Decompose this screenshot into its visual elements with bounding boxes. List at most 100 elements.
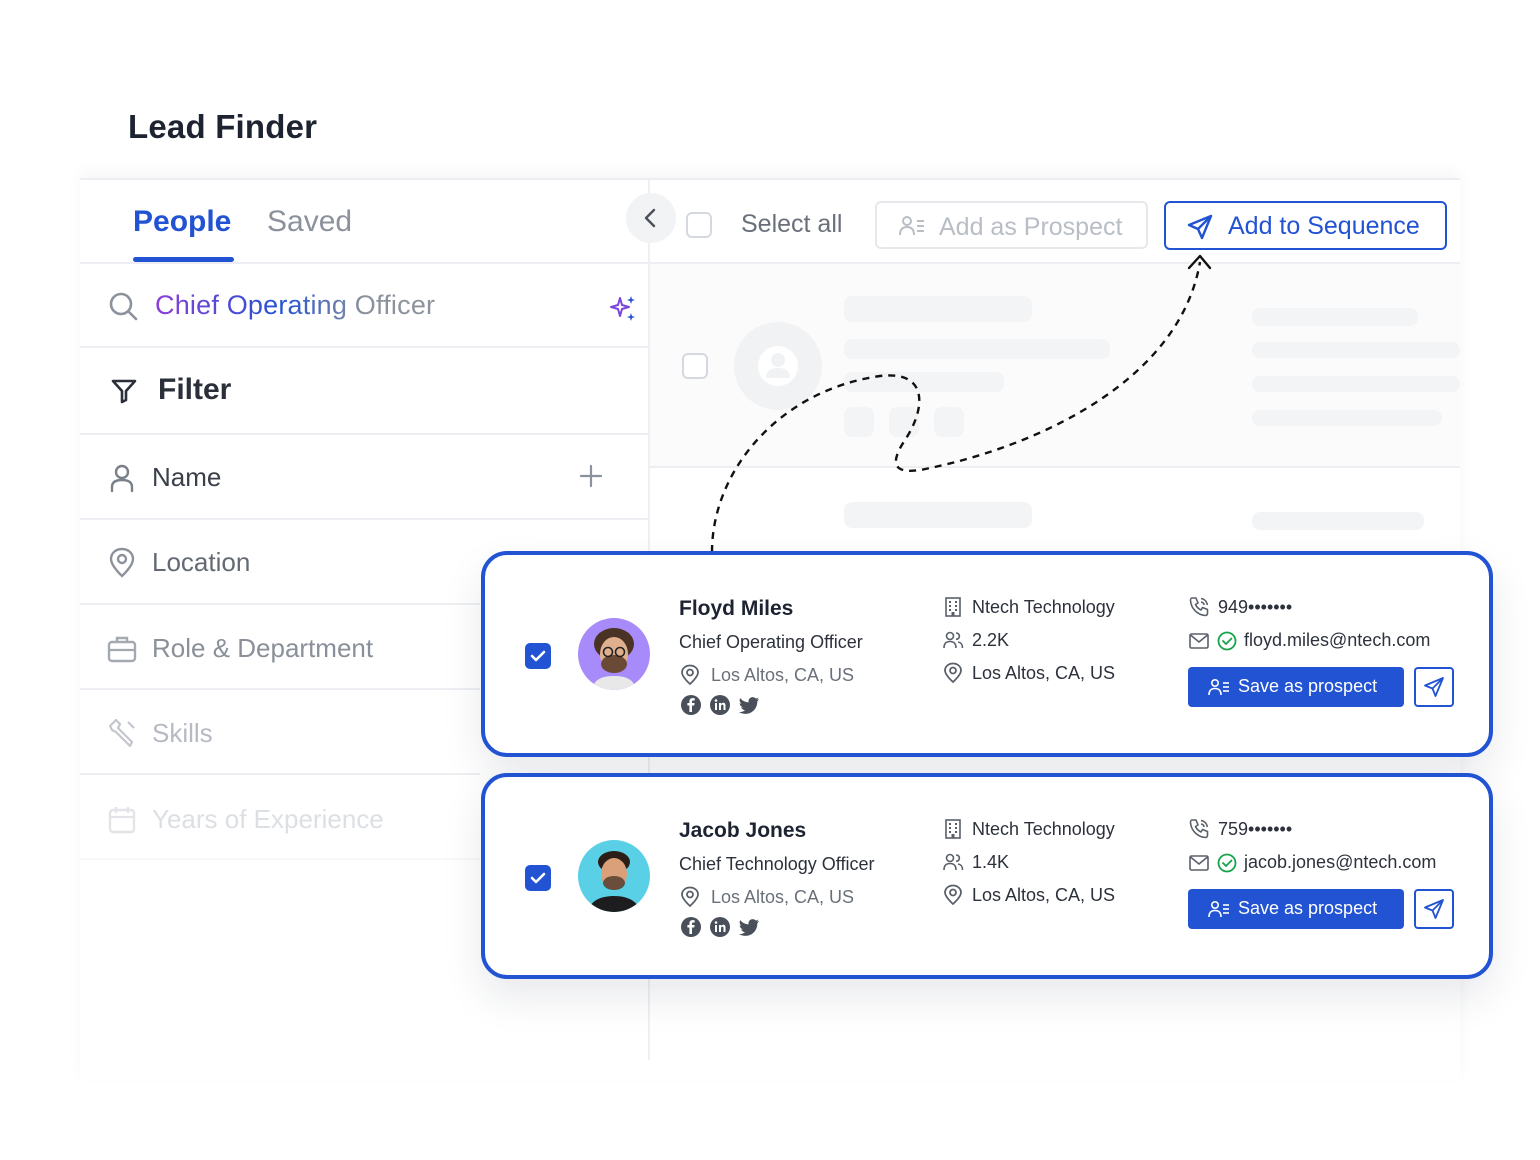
email-address[interactable]: floyd.miles@ntech.com — [1244, 630, 1430, 651]
location-pin-icon — [681, 664, 699, 686]
ai-sparkle-icon[interactable] — [608, 294, 638, 324]
save-as-prospect-button[interactable]: Save as prospect — [1188, 667, 1404, 707]
send-icon — [1424, 677, 1444, 697]
search-query[interactable]: Chief Operating Officer — [155, 290, 435, 321]
verified-check-icon — [1217, 631, 1237, 651]
skeleton-checkbox — [682, 353, 708, 379]
save-as-prospect-label: Save as prospect — [1238, 676, 1378, 696]
skeleton-line — [844, 502, 1032, 528]
lead-name[interactable]: Jacob Jones — [679, 819, 806, 843]
person-list-icon — [1208, 900, 1229, 918]
skeleton-line — [1252, 410, 1442, 426]
phone-icon — [1189, 819, 1209, 839]
skeleton-line — [844, 296, 1032, 322]
checkmark-icon — [530, 872, 546, 884]
lead-name[interactable]: Floyd Miles — [679, 597, 793, 621]
avatar-photo — [578, 840, 650, 912]
filter-item-years-experience[interactable]: Years of Experience — [152, 804, 384, 835]
send-sequence-button[interactable] — [1414, 889, 1454, 929]
tools-icon — [108, 718, 135, 748]
skeleton-line — [1252, 376, 1460, 392]
filter-item-location[interactable]: Location — [152, 547, 250, 578]
lead-card[interactable]: Jacob Jones Chief Technology Officer Los… — [481, 773, 1493, 979]
skeleton-line — [844, 372, 1004, 392]
filter-icon — [111, 379, 137, 404]
lead-checkbox[interactable] — [525, 865, 551, 891]
team-icon — [943, 631, 964, 649]
filter-item-role-department[interactable]: Role & Department — [152, 633, 373, 664]
send-icon — [1424, 899, 1444, 919]
skeleton-chip — [889, 407, 919, 437]
team-icon — [943, 853, 964, 871]
save-as-prospect-button[interactable]: Save as prospect — [1188, 889, 1404, 929]
select-all-checkbox[interactable] — [686, 212, 712, 238]
briefcase-icon — [107, 636, 137, 663]
avatar — [578, 840, 650, 912]
company-name[interactable]: Ntech Technology — [972, 819, 1115, 840]
avatar-photo — [578, 618, 650, 690]
filter-item-name[interactable]: Name — [152, 462, 221, 493]
facebook-icon[interactable] — [680, 694, 702, 716]
mail-icon — [1189, 633, 1209, 649]
skeleton-line — [844, 339, 1110, 359]
linkedin-icon[interactable] — [709, 694, 731, 716]
phone-icon — [1189, 597, 1209, 617]
divider — [650, 466, 1460, 468]
add-as-prospect-button[interactable]: Add as Prospect — [875, 201, 1148, 249]
phone-number[interactable]: 759••••••• — [1218, 819, 1292, 840]
add-icon[interactable] — [578, 463, 604, 489]
divider — [80, 858, 480, 860]
skeleton-chip — [844, 407, 874, 437]
skeleton-avatar — [734, 322, 822, 410]
person-icon — [110, 464, 134, 493]
person-list-icon — [1208, 678, 1229, 696]
add-to-sequence-button[interactable]: Add to Sequence — [1164, 201, 1447, 250]
lead-card[interactable]: Floyd Miles Chief Operating Officer Los … — [481, 551, 1493, 757]
add-as-prospect-label: Add as Prospect — [939, 213, 1123, 241]
skeleton-line — [1252, 512, 1424, 530]
building-icon — [945, 819, 961, 839]
add-to-sequence-label: Add to Sequence — [1228, 212, 1420, 240]
avatar — [578, 618, 650, 690]
facebook-icon[interactable] — [680, 916, 702, 938]
location-pin-icon — [109, 547, 135, 578]
linkedin-icon[interactable] — [709, 916, 731, 938]
calendar-icon — [108, 807, 136, 834]
employee-count: 2.2K — [972, 630, 1010, 650]
employee-count: 1.4K — [972, 852, 1010, 872]
save-as-prospect-label: Save as prospect — [1238, 898, 1378, 918]
skeleton-line — [1252, 342, 1460, 358]
lead-location: Los Altos, CA, US — [711, 887, 855, 907]
page-title: Lead Finder — [128, 108, 318, 145]
tab-people[interactable]: People — [133, 205, 231, 239]
verified-check-icon — [1217, 853, 1237, 873]
lead-title: Chief Technology Officer — [679, 854, 875, 874]
company-location: Los Altos, CA, US — [972, 885, 1116, 905]
avatar-placeholder-icon — [758, 346, 798, 386]
collapse-sidebar-button[interactable] — [626, 193, 676, 243]
lead-checkbox[interactable] — [525, 643, 551, 669]
send-sequence-button[interactable] — [1414, 667, 1454, 707]
tab-saved[interactable]: Saved — [267, 205, 352, 239]
company-name[interactable]: Ntech Technology — [972, 597, 1115, 618]
divider — [80, 346, 648, 348]
filter-heading: Filter — [158, 373, 232, 406]
location-pin-icon — [944, 662, 962, 684]
phone-number[interactable]: 949••••••• — [1218, 597, 1292, 618]
divider — [80, 433, 648, 435]
twitter-icon[interactable] — [738, 916, 760, 938]
location-pin-icon — [944, 884, 962, 906]
divider — [80, 603, 480, 605]
person-list-icon — [899, 216, 924, 236]
skeleton-line — [1252, 308, 1418, 326]
filter-item-skills[interactable]: Skills — [152, 718, 213, 749]
twitter-icon[interactable] — [738, 694, 760, 716]
skeleton-chip — [934, 407, 964, 437]
search-icon — [109, 292, 138, 321]
select-all-label[interactable]: Select all — [741, 210, 842, 239]
divider — [80, 688, 480, 690]
email-address[interactable]: jacob.jones@ntech.com — [1244, 852, 1436, 873]
divider — [80, 518, 648, 520]
lead-title: Chief Operating Officer — [679, 632, 863, 652]
divider — [80, 773, 480, 775]
